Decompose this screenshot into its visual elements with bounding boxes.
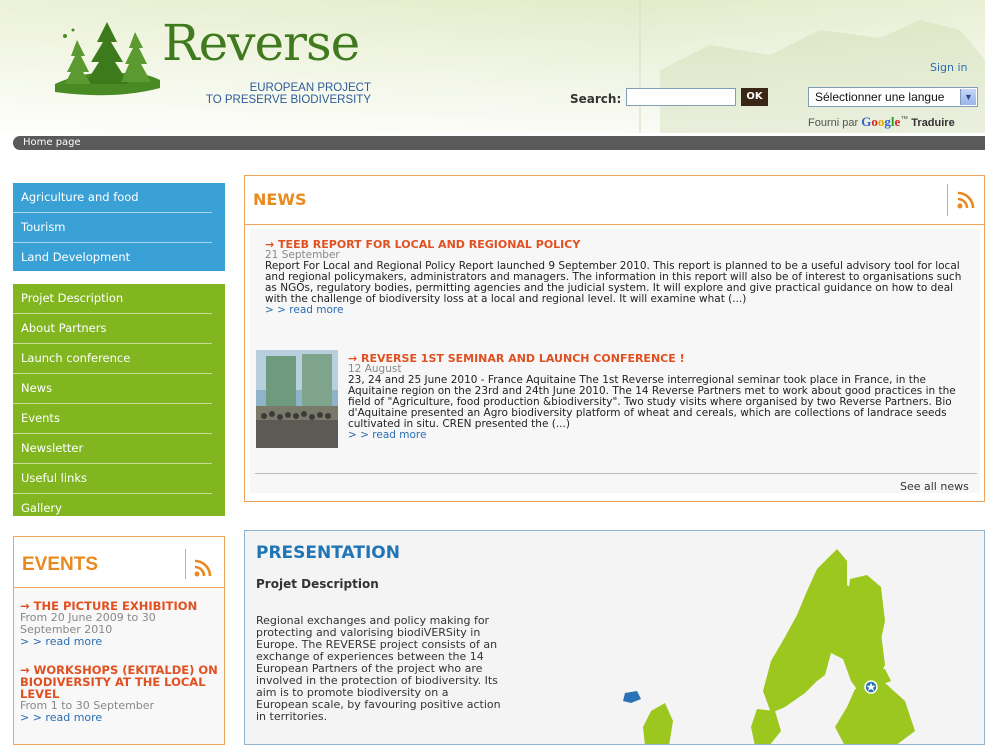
presentation-text: Regional exchanges and policy making for… [256, 614, 501, 723]
sidebar-item-useful-links[interactable]: Useful links [13, 464, 212, 494]
news-list: → TEEB REPORT FOR LOCAL AND REGIONAL POL… [250, 229, 980, 493]
chevron-down-icon[interactable]: ▼ [960, 89, 976, 105]
event-title[interactable]: → WORKSHOPS (EKITALDE) ON BIODIVERSITY A… [20, 664, 220, 700]
events-title: EVENTS [22, 554, 99, 575]
divider [947, 184, 948, 216]
event-item: → WORKSHOPS (EKITALDE) ON BIODIVERSITY A… [20, 664, 220, 724]
news-article-title[interactable]: → REVERSE 1ST SEMINAR AND LAUNCH CONFERE… [348, 353, 970, 364]
event-item: → THE PICTURE EXHIBITION From 20 June 20… [20, 600, 220, 648]
presentation-box: PRESENTATION Projet Description Regional… [244, 530, 985, 745]
search-ok-button[interactable]: OK [741, 88, 768, 106]
search-label: Search: [570, 92, 622, 106]
europe-map-icon[interactable] [585, 541, 985, 745]
tree-logo-icon [55, 22, 160, 96]
sidebar-item-news[interactable]: News [13, 374, 212, 404]
logo-tagline-line2: TO PRESERVE BIODIVERSITY [205, 94, 371, 106]
conference-photo[interactable] [256, 350, 338, 448]
breadcrumb-home-link[interactable]: Home page [23, 137, 81, 148]
events-box: EVENTS → THE PICTURE EXHIBITION From 20 … [13, 536, 225, 745]
powered-by-google: Fourni par Google™ Traduire [808, 114, 955, 130]
see-all-news-link[interactable]: See all news [900, 480, 969, 493]
rss-icon[interactable] [194, 559, 212, 577]
sidebar-item-land-development[interactable]: Land Development [13, 243, 212, 272]
sign-in-link[interactable]: Sign in [930, 61, 968, 74]
events-list: → THE PICTURE EXHIBITION From 20 June 20… [14, 588, 224, 744]
sidebar-item-newsletter[interactable]: Newsletter [13, 434, 212, 464]
read-more-link[interactable]: > > read more [348, 430, 970, 441]
logo-tagline: EUROPEAN PROJECT TO PRESERVE BIODIVERSIT… [165, 82, 371, 106]
sidebar-item-agriculture[interactable]: Agriculture and food [13, 183, 212, 213]
news-article-text: 23, 24 and 25 June 2010 - France Aquitai… [348, 374, 956, 430]
divider [185, 549, 186, 579]
news-article: → TEEB REPORT FOR LOCAL AND REGIONAL POL… [265, 239, 965, 316]
sidebar-item-gallery[interactable]: Gallery [13, 494, 212, 523]
sidebar-item-about-partners[interactable]: About Partners [13, 314, 212, 344]
news-article: → REVERSE 1ST SEMINAR AND LAUNCH CONFERE… [348, 353, 970, 441]
news-article-title[interactable]: → TEEB REPORT FOR LOCAL AND REGIONAL POL… [265, 239, 965, 250]
sidebar-item-launch-conference[interactable]: Launch conference [13, 344, 212, 374]
read-more-link[interactable]: > > read more [20, 712, 220, 724]
powered-prefix: Fourni par [808, 117, 859, 129]
trademark-mark: ™ [900, 114, 909, 124]
language-select[interactable]: Sélectionner une langue ▼ [808, 87, 978, 107]
sidebar-menu-main: Projet Description About Partners Launch… [13, 284, 225, 516]
google-logo: Google [861, 114, 901, 129]
sidebar-menu-themes: Agriculture and food Tourism Land Develo… [13, 183, 225, 271]
breadcrumb: Home page [13, 136, 985, 150]
language-select-value: Sélectionner une langue [815, 90, 945, 104]
presentation-title: PRESENTATION [256, 543, 400, 563]
divider [255, 473, 977, 474]
translate-link[interactable]: Traduire [911, 117, 954, 129]
event-date: From 20 June 2009 to 30 September 2010 [20, 611, 156, 636]
site-header: Reverse EUROPEAN PROJECT TO PRESERVE BIO… [0, 0, 985, 133]
read-more-link[interactable]: > > read more [20, 636, 220, 648]
news-box: NEWS → TEEB REPORT FOR LOCAL AND REGIONA… [244, 175, 985, 502]
news-title: NEWS [253, 190, 307, 209]
sidebar-item-projet-description[interactable]: Projet Description [13, 284, 212, 314]
partner-star-marker [864, 680, 878, 694]
search-input[interactable] [626, 88, 736, 106]
logo-tagline-line1: EUROPEAN PROJECT [249, 82, 371, 94]
presentation-subtitle: Projet Description [256, 577, 379, 591]
sidebar-item-events[interactable]: Events [13, 404, 212, 434]
sidebar-item-tourism[interactable]: Tourism [13, 213, 212, 243]
logo-wordmark: Reverse [162, 14, 360, 72]
news-article-text: Report For Local and Regional Policy Rep… [265, 260, 962, 305]
divider [245, 224, 984, 225]
read-more-link[interactable]: > > read more [265, 305, 965, 316]
rss-icon[interactable] [957, 191, 975, 209]
